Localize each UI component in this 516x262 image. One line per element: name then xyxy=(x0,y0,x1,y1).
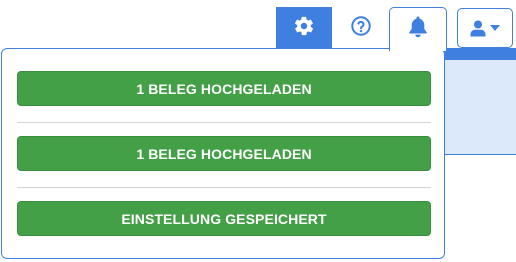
user-icon xyxy=(470,20,486,37)
divider xyxy=(17,122,431,123)
help-button[interactable] xyxy=(335,7,387,49)
question-circle-icon xyxy=(350,15,372,42)
divider xyxy=(17,187,431,188)
notification-item[interactable]: 1 BELEG HOCHGELADEN xyxy=(17,71,431,106)
settings-button[interactable] xyxy=(276,7,332,49)
notifications-dropdown: 1 BELEG HOCHGELADEN 1 BELEG HOCHGELADEN … xyxy=(1,48,445,259)
bell-icon xyxy=(408,16,428,43)
gear-icon xyxy=(293,15,315,42)
caret-down-icon xyxy=(490,25,500,31)
user-menu-button[interactable] xyxy=(457,8,513,48)
notifications-button[interactable] xyxy=(389,7,447,51)
notification-item[interactable]: 1 BELEG HOCHGELADEN xyxy=(17,136,431,171)
notification-item[interactable]: EINSTELLUNG GESPEICHERT xyxy=(17,201,431,236)
app-window: 1 BELEG HOCHGELADEN 1 BELEG HOCHGELADEN … xyxy=(0,0,516,262)
